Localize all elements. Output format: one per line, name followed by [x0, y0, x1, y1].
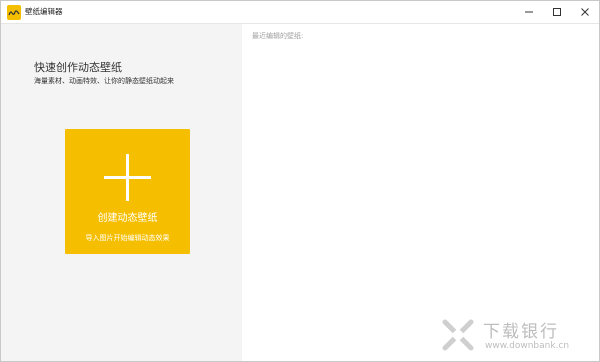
close-icon — [581, 8, 589, 16]
app-window: 壁纸编辑器 快速创作动态壁纸 海量素材、动画特效、让你的静态壁纸动起来 创建动态… — [0, 0, 600, 362]
plus-icon — [104, 154, 151, 201]
create-wallpaper-label: 创建动态壁纸 — [97, 213, 158, 224]
create-wallpaper-hint: 导入图片开始编辑动态效果 — [85, 234, 170, 242]
quick-create-panel: 快速创作动态壁纸 海量素材、动画特效、让你的静态壁纸动起来 创建动态壁纸 导入图… — [1, 24, 242, 361]
minimize-icon — [525, 11, 533, 13]
panel-subheading: 海量素材、动画特效、让你的静态壁纸动起来 — [34, 77, 174, 85]
minimize-button[interactable] — [515, 1, 543, 23]
app-icon — [7, 5, 21, 20]
panel-heading: 快速创作动态壁纸 — [34, 61, 122, 74]
create-wallpaper-button[interactable]: 创建动态壁纸 导入图片开始编辑动态效果 — [65, 129, 190, 254]
title-bar[interactable]: 壁纸编辑器 — [1, 1, 599, 24]
close-button[interactable] — [571, 1, 599, 23]
recent-wallpapers-label: 最近编辑的壁纸: — [252, 32, 304, 40]
maximize-icon — [553, 8, 561, 16]
window-title: 壁纸编辑器 — [25, 7, 63, 16]
maximize-button[interactable] — [543, 1, 571, 23]
recent-wallpapers-panel: 最近编辑的壁纸: — [242, 24, 599, 361]
